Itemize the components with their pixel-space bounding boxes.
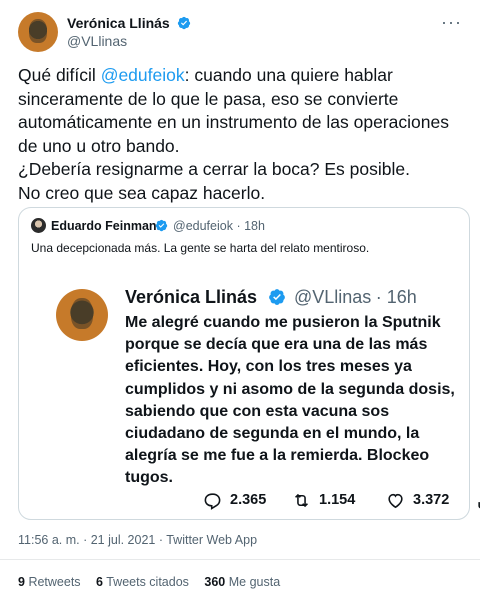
verified-badge-icon <box>177 16 190 30</box>
likes-stat[interactable]: 360 Me gusta <box>204 575 280 589</box>
like-action: 3.372 <box>386 490 449 510</box>
retweets-stat[interactable]: 9 Retweets <box>18 575 81 589</box>
quoted-meta: @edufeiok · 18h <box>173 219 265 233</box>
tweet-text-segment: Qué difícil <box>18 65 101 85</box>
quoted-time: 18h <box>244 219 265 233</box>
more-horizontal-icon[interactable]: ··· <box>441 13 462 31</box>
reply-count: 2.365 <box>230 492 267 508</box>
embedded-tweet-screenshot: Verónica Llinás @VLlinas · 16h Me alegré… <box>29 270 459 510</box>
heart-icon <box>388 493 403 508</box>
quoted-avatar <box>31 218 46 233</box>
reply-action: 2.365 <box>203 490 266 510</box>
quotes-count: 6 <box>96 575 103 589</box>
embedded-author-handle: @VLlinas <box>293 287 372 307</box>
mention-link[interactable]: @edufeiok <box>101 65 185 85</box>
verified-badge-icon <box>268 289 285 305</box>
quoted-tweet-text: Una decepcionada más. La gente se harta … <box>31 241 370 255</box>
tweet-text: Qué difícil @edufeiok: cuando una quiere… <box>18 64 462 205</box>
reply-icon <box>204 492 221 510</box>
tweet-timestamp[interactable]: 11:56 a. m. · 21 jul. 2021 · Twitter Web… <box>18 533 257 547</box>
separator-dot: · <box>375 287 387 307</box>
embedded-time: 16h <box>386 287 417 307</box>
tweet-text-line-1: Qué difícil @edufeiok: cuando una quiere… <box>18 64 462 158</box>
separator-dot: · <box>236 219 245 233</box>
divider <box>0 559 480 560</box>
like-count: 3.372 <box>413 492 450 508</box>
quoted-author-name: Eduardo Feinmann <box>51 219 165 233</box>
author-handle[interactable]: @VLlinas <box>67 33 127 49</box>
verified-badge-icon <box>155 219 168 232</box>
quotes-stat[interactable]: 6 Tweets citados <box>96 575 189 589</box>
quoted-author-handle: @edufeiok <box>173 219 233 233</box>
likes-count: 360 <box>204 575 226 589</box>
tweet-text-line-2: ¿Debería resignarme a cerrar la boca? Es… <box>18 159 410 179</box>
embedded-avatar <box>56 289 108 341</box>
retweet-count: 1.154 <box>319 492 356 508</box>
embedded-tweet-text: Me alegré cuando me pusieron la Sputnik … <box>125 314 455 487</box>
quotes-label: Tweets citados <box>106 575 189 589</box>
quoted-tweet[interactable]: Eduardo Feinmann @edufeiok · 18h Una dec… <box>18 207 480 520</box>
embedded-author-name: Verónica Llinás <box>125 287 258 307</box>
engagement-stats: 9 Retweets 6 Tweets citados 360 Me gusta <box>18 575 292 589</box>
tweet-header: Verónica Llinás @VLlinas ··· <box>18 12 468 56</box>
author-name[interactable]: Verónica Llinás <box>67 15 191 31</box>
retweets-label: Retweets <box>28 575 81 589</box>
embedded-tweet-header: Verónica Llinás @VLlinas · 16h <box>125 287 417 309</box>
likes-label: Me gusta <box>228 575 281 589</box>
retweet-icon <box>295 493 308 507</box>
retweets-count: 9 <box>18 575 25 589</box>
tweet-text-line-3: No creo que sea capaz hacerlo. <box>18 182 266 203</box>
author-name-text[interactable]: Verónica Llinás <box>67 15 170 31</box>
avatar[interactable] <box>18 12 58 52</box>
retweet-action: 1.154 <box>292 490 355 510</box>
